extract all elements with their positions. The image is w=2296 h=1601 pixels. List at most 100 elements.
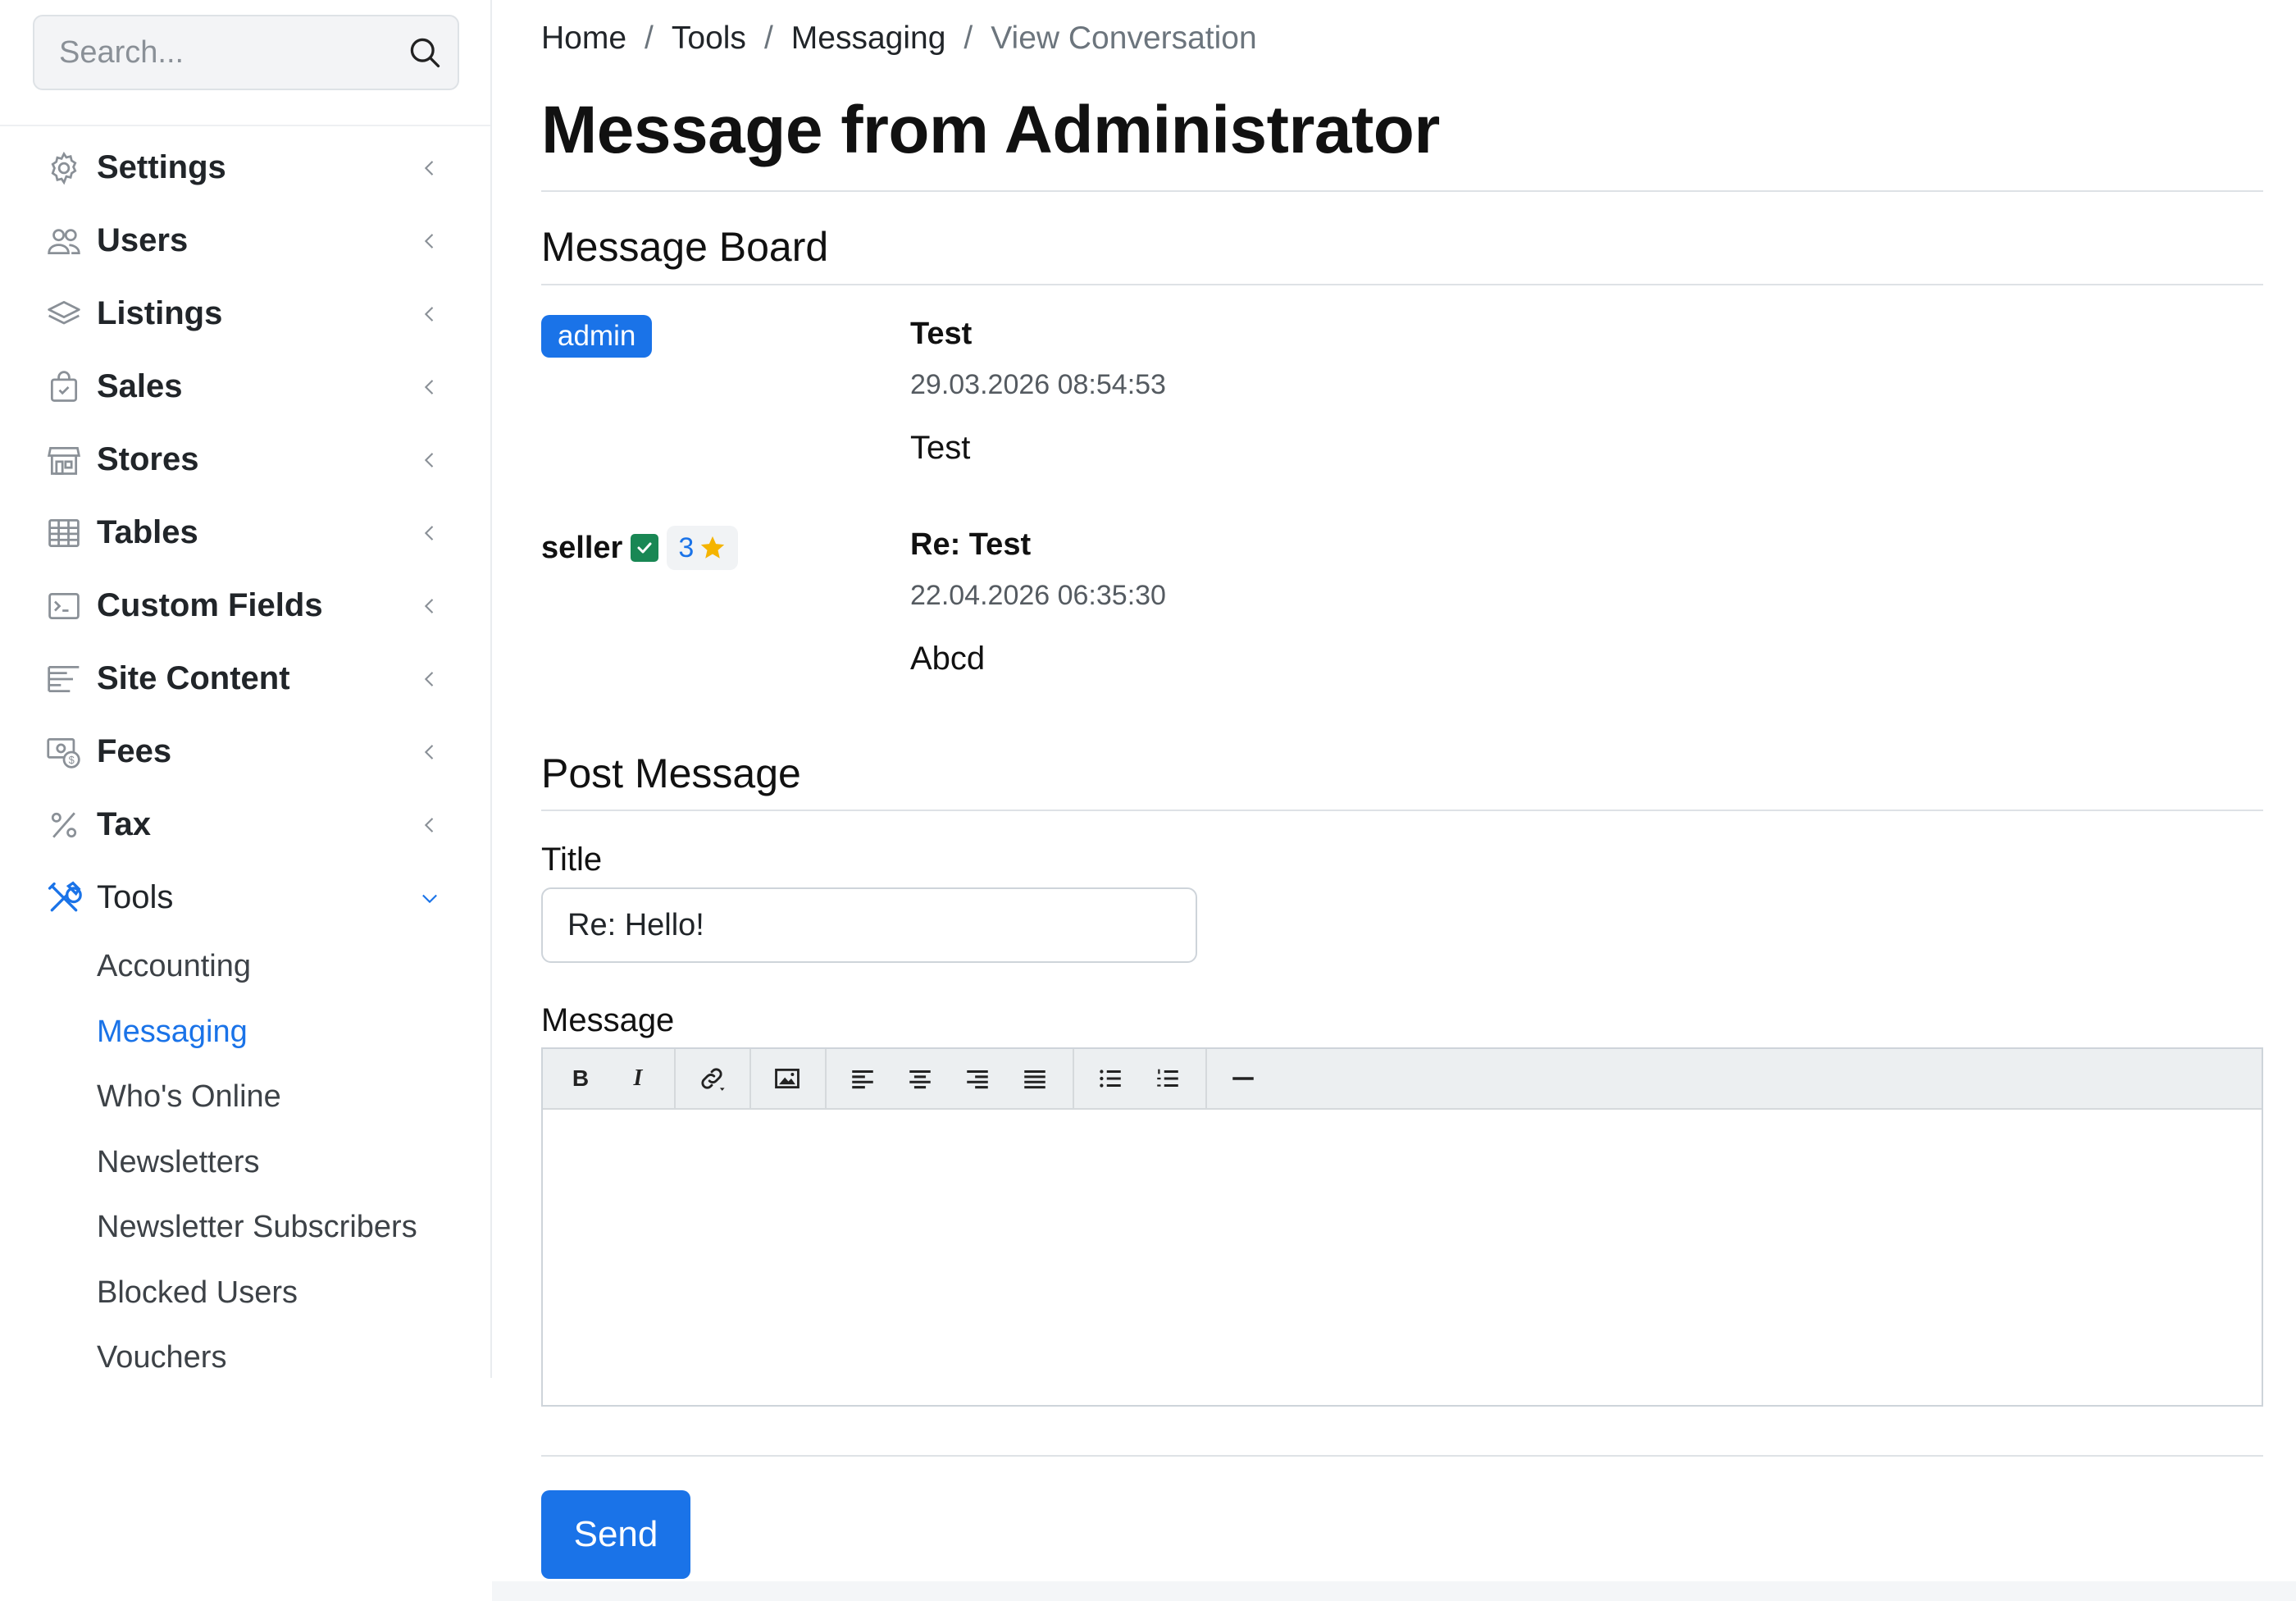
sidebar-item-label: Sales bbox=[97, 368, 183, 404]
sidebar: Settings Users Listings Sales Stores bbox=[0, 0, 492, 1378]
sidebar-subitem-blocked-users[interactable]: Blocked Users bbox=[0, 1261, 490, 1326]
message-date: 22.04.2026 06:35:30 bbox=[910, 580, 1166, 611]
divider bbox=[0, 125, 490, 126]
image-icon bbox=[775, 1068, 800, 1089]
verified-check-icon bbox=[631, 534, 659, 562]
toolbar-separator bbox=[1205, 1049, 1207, 1108]
tools-icon bbox=[48, 881, 82, 911]
bullet-list-button[interactable] bbox=[1086, 1049, 1135, 1108]
divider bbox=[541, 190, 2263, 192]
sidebar-subitem-messaging[interactable]: Messaging bbox=[0, 1000, 490, 1065]
sidebar-item-settings[interactable]: Settings bbox=[0, 131, 490, 204]
message-date: 29.03.2026 08:54:53 bbox=[910, 369, 1166, 400]
rating-badge[interactable]: 3 bbox=[667, 526, 739, 570]
divider bbox=[541, 284, 2263, 285]
breadcrumb-current: View Conversation bbox=[991, 21, 1257, 56]
toolbar-separator bbox=[749, 1049, 751, 1108]
align-justify-icon bbox=[1024, 1070, 1046, 1089]
page-title: Message from Administrator bbox=[541, 93, 1440, 167]
sidebar-item-label: Site Content bbox=[97, 660, 290, 696]
sidebar-item-label: Stores bbox=[97, 441, 199, 477]
search-icon[interactable] bbox=[407, 34, 443, 71]
sidebar-item-listings[interactable]: Listings bbox=[0, 277, 490, 350]
chevron-left-icon bbox=[424, 452, 434, 468]
sidebar-subitem-vouchers[interactable]: Vouchers bbox=[0, 1325, 490, 1391]
sidebar-item-tables[interactable]: Tables bbox=[0, 496, 490, 569]
sidebar-subitem-newsletters[interactable]: Newsletters bbox=[0, 1130, 490, 1196]
horizontal-rule-button[interactable] bbox=[1219, 1049, 1268, 1108]
align-left-button[interactable] bbox=[838, 1049, 887, 1108]
percent-icon bbox=[51, 811, 77, 838]
link-button[interactable] bbox=[687, 1049, 736, 1108]
align-left-icon bbox=[852, 1070, 873, 1089]
sidebar-item-fees[interactable]: $ Fees bbox=[0, 715, 490, 788]
sidebar-item-custom-fields[interactable]: Custom Fields bbox=[0, 569, 490, 642]
search-input[interactable] bbox=[34, 16, 395, 89]
chevron-left-icon bbox=[424, 379, 434, 395]
chevron-left-icon bbox=[424, 671, 434, 686]
link-icon bbox=[701, 1068, 725, 1091]
sidebar-subitem-whos-online[interactable]: Who's Online bbox=[0, 1065, 490, 1130]
chevron-left-icon bbox=[424, 233, 434, 249]
text-lines-icon bbox=[48, 665, 80, 692]
numbered-list-button[interactable] bbox=[1143, 1049, 1192, 1108]
message-body: Abcd bbox=[910, 641, 986, 677]
divider bbox=[541, 810, 2263, 811]
message-label: Message bbox=[541, 1002, 675, 1038]
rating-value: 3 bbox=[678, 531, 695, 563]
users-icon bbox=[48, 228, 80, 254]
align-right-button[interactable] bbox=[953, 1049, 1002, 1108]
align-center-icon bbox=[909, 1070, 931, 1089]
message-body: Test bbox=[910, 430, 971, 466]
sidebar-item-tax[interactable]: Tax bbox=[0, 788, 490, 861]
sidebar-item-stores[interactable]: Stores bbox=[0, 423, 490, 496]
italic-button[interactable]: I bbox=[613, 1049, 663, 1108]
sender-info: seller 3 bbox=[541, 525, 739, 571]
svg-text:$: $ bbox=[69, 753, 75, 765]
toolbar-separator bbox=[825, 1049, 827, 1108]
shopping-bag-icon bbox=[50, 370, 78, 402]
chevron-left-icon bbox=[424, 306, 434, 322]
sidebar-nav: Settings Users Listings Sales Stores Tab… bbox=[0, 131, 490, 1391]
sidebar-item-site-content[interactable]: Site Content bbox=[0, 642, 490, 715]
chevron-left-icon bbox=[424, 598, 434, 613]
tools-submenu: Accounting Messaging Who's Online Newsle… bbox=[0, 934, 490, 1391]
message-board-heading: Message Board bbox=[541, 224, 829, 270]
sidebar-item-users[interactable]: Users bbox=[0, 204, 490, 277]
sidebar-item-label: Tables bbox=[97, 514, 198, 550]
money-icon: $ bbox=[47, 737, 80, 769]
title-input[interactable] bbox=[541, 887, 1197, 963]
breadcrumb-tools[interactable]: Tools bbox=[672, 21, 746, 57]
sidebar-item-tools[interactable]: Tools bbox=[0, 861, 490, 934]
message-textarea[interactable] bbox=[543, 1110, 2262, 1405]
sidebar-subitem-accounting[interactable]: Accounting bbox=[0, 934, 490, 1000]
search-box bbox=[33, 15, 459, 90]
send-button[interactable]: Send bbox=[541, 1490, 690, 1579]
chevron-down-icon bbox=[422, 894, 437, 903]
editor-toolbar: B I bbox=[543, 1049, 2262, 1110]
post-message-heading: Post Message bbox=[541, 750, 801, 796]
sidebar-item-label: Listings bbox=[97, 295, 223, 331]
align-justify-button[interactable] bbox=[1010, 1049, 1059, 1108]
breadcrumb-home[interactable]: Home bbox=[541, 21, 626, 57]
sidebar-item-label: Settings bbox=[97, 149, 226, 185]
title-label: Title bbox=[541, 842, 603, 878]
align-right-icon bbox=[967, 1070, 988, 1089]
bold-button[interactable]: B bbox=[556, 1049, 605, 1108]
sender-name[interactable]: seller bbox=[541, 531, 622, 566]
align-center-button[interactable] bbox=[895, 1049, 945, 1108]
bullet-list-icon bbox=[1100, 1070, 1121, 1088]
star-icon bbox=[701, 536, 725, 559]
toolbar-separator bbox=[1073, 1049, 1074, 1108]
image-button[interactable] bbox=[763, 1049, 812, 1108]
breadcrumb-messaging[interactable]: Messaging bbox=[791, 21, 946, 57]
sidebar-item-label: Custom Fields bbox=[97, 587, 323, 623]
breadcrumb-separator: / bbox=[963, 21, 973, 56]
store-icon bbox=[47, 446, 81, 475]
sidebar-item-sales[interactable]: Sales bbox=[0, 350, 490, 423]
sidebar-subitem-newsletter-subscribers[interactable]: Newsletter Subscribers bbox=[0, 1195, 490, 1261]
chevron-left-icon bbox=[424, 744, 434, 759]
chevron-left-icon bbox=[424, 817, 434, 832]
message-title: Test bbox=[910, 317, 973, 351]
sidebar-item-label: Users bbox=[97, 222, 189, 258]
